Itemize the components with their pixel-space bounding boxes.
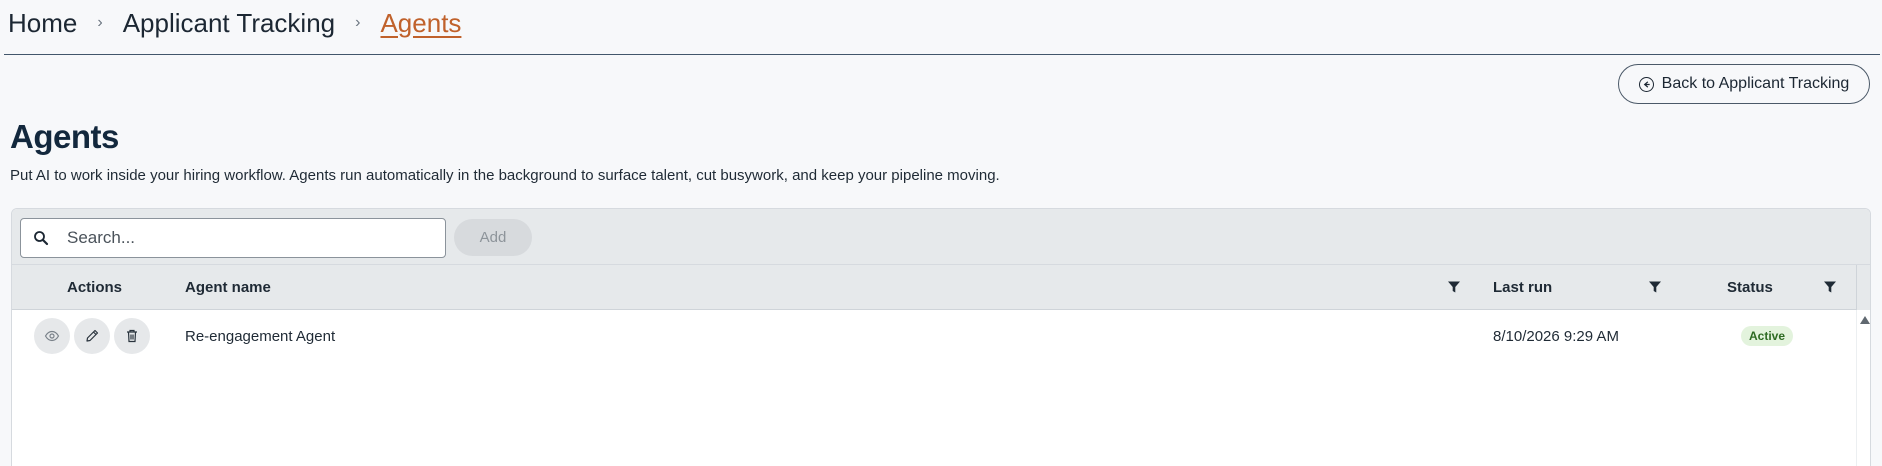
agents-grid: Add Actions Agent name Last run Status [11, 208, 1871, 466]
circle-arrow-left-icon [1638, 76, 1654, 92]
agent-name-cell: Re-engagement Agent [185, 327, 336, 345]
back-to-applicant-tracking-button[interactable]: Back to Applicant Tracking [1618, 64, 1870, 104]
filter-icon[interactable] [1823, 280, 1837, 294]
vertical-scrollbar[interactable] [1856, 310, 1870, 466]
back-button-label: Back to Applicant Tracking [1661, 75, 1850, 92]
page-description: Put AI to work inside your hiring workfl… [10, 167, 1000, 184]
delete-icon[interactable] [114, 318, 150, 354]
table-header: Actions Agent name Last run Status [12, 265, 1870, 310]
column-header-status[interactable]: Status [1727, 265, 1773, 310]
breadcrumb: Home › Applicant Tracking › Agents [8, 4, 461, 42]
breadcrumb-separator: › [355, 14, 361, 31]
column-header-agent-name[interactable]: Agent name [185, 265, 271, 310]
edit-icon[interactable] [74, 318, 110, 354]
grid-toolbar: Add [12, 209, 1870, 265]
scroll-up-arrow-icon[interactable] [1860, 316, 1870, 324]
status-badge: Active [1741, 326, 1794, 346]
breadcrumb-home[interactable]: Home [8, 8, 77, 39]
column-header-last-run[interactable]: Last run [1493, 265, 1552, 310]
page-title: Agents [10, 118, 119, 155]
status-cell: Active [1741, 310, 1794, 362]
column-header-actions: Actions [67, 279, 123, 296]
breadcrumb-separator: › [97, 14, 103, 31]
search-box [20, 218, 446, 258]
view-icon[interactable] [34, 318, 70, 354]
breadcrumb-applicant-tracking[interactable]: Applicant Tracking [123, 8, 335, 39]
search-input[interactable] [61, 220, 431, 256]
filter-icon[interactable] [1648, 280, 1662, 294]
breadcrumb-divider [4, 54, 1880, 55]
search-icon [21, 219, 61, 257]
header-scroll-gap [1856, 265, 1870, 310]
breadcrumb-agents[interactable]: Agents [380, 8, 461, 39]
add-button[interactable]: Add [454, 219, 532, 256]
filter-icon[interactable] [1447, 280, 1461, 294]
table-row[interactable]: Re-engagement Agent 8/10/2026 9:29 AM Ac… [12, 310, 1870, 362]
last-run-cell: 8/10/2026 9:29 AM [1493, 327, 1619, 345]
